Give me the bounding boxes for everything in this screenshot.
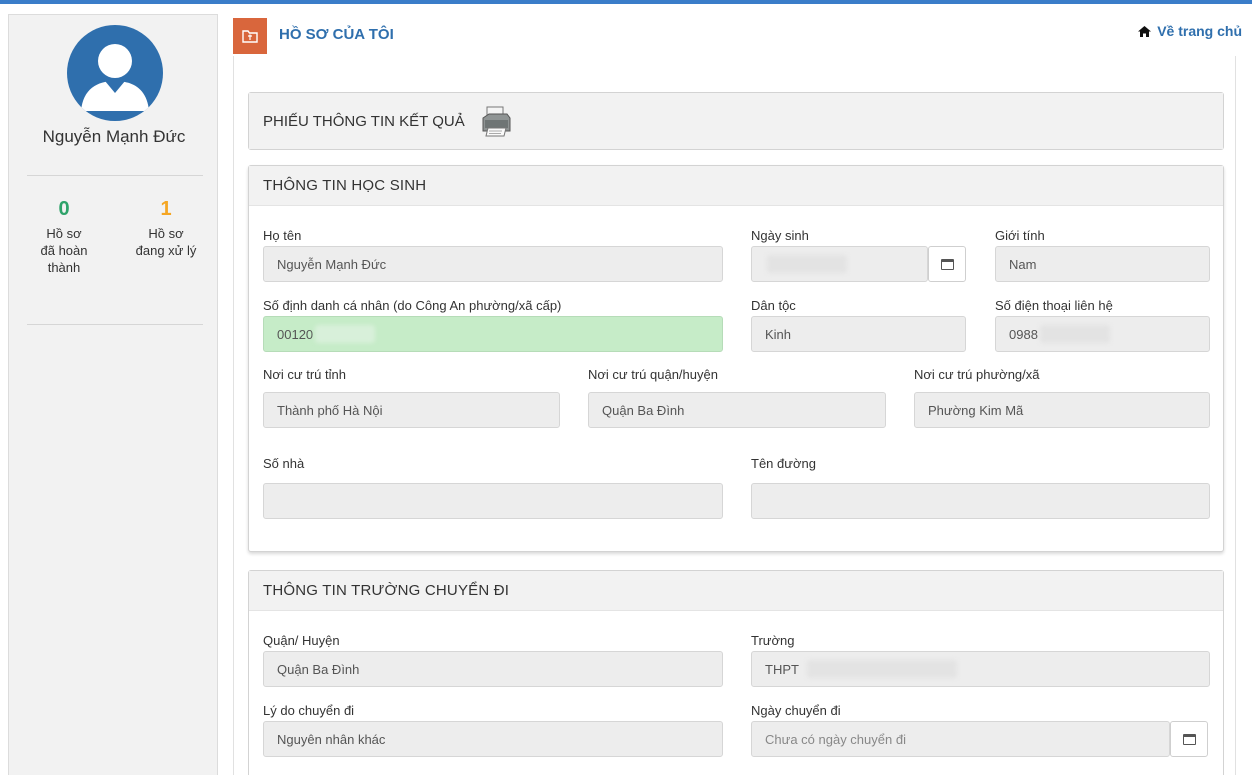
stat-processing-label: Hồ sơ đang xử lý	[135, 226, 197, 258]
calendar-icon[interactable]	[928, 246, 966, 282]
home-link[interactable]: Về trang chủ	[1137, 23, 1242, 39]
sidebar-divider	[27, 175, 203, 176]
label-ten-duong: Tên đường	[751, 456, 816, 471]
so-nha-field[interactable]	[263, 483, 723, 519]
transfer-info-panel: THÔNG TIN TRƯỜNG CHUYỂN ĐI Quận/ Huyện Q…	[248, 570, 1224, 775]
folder-icon	[233, 18, 267, 54]
sidebar-divider	[27, 324, 203, 325]
label-so-nha: Số nhà	[263, 456, 305, 471]
label-ly-do: Lý do chuyển đi	[263, 703, 355, 718]
page-header: HỒ SƠ CỦA TÔI Về trang chủ	[233, 15, 1252, 54]
page-title: HỒ SƠ CỦA TÔI	[279, 26, 394, 43]
sidebar: Nguyễn Mạnh Đức 0 Hồ sơ đã hoàn thành 1 …	[8, 14, 218, 775]
label-quan-huyen: Nơi cư trú quận/huyện	[588, 367, 718, 382]
label-gioi-tinh: Giới tính	[995, 228, 1045, 243]
transfer-panel-title: THÔNG TIN TRƯỜNG CHUYỂN ĐI	[249, 571, 1223, 611]
quan-huyen-chuyen-field[interactable]: Quận Ba Đình	[263, 651, 723, 687]
printer-icon[interactable]	[479, 104, 513, 138]
label-quan-huyen-chuyen: Quận/ Huyện	[263, 633, 340, 648]
ten-duong-field[interactable]	[751, 483, 1210, 519]
user-avatar-icon	[67, 25, 163, 121]
label-ho-ten: Họ tên	[263, 228, 302, 243]
label-truong: Trường	[751, 633, 795, 648]
stat-completed-count: 0	[58, 198, 70, 220]
home-link-label: Về trang chủ	[1157, 23, 1242, 39]
label-phuong-xa: Nơi cư trú phường/xã	[914, 367, 1040, 382]
ho-ten-field[interactable]: Nguyễn Mạnh Đức	[263, 246, 723, 282]
stat-processing-count: 1	[160, 198, 172, 220]
result-panel-title: PHIẾU THÔNG TIN KẾT QUẢ	[263, 112, 465, 130]
result-panel: PHIẾU THÔNG TIN KẾT QUẢ	[248, 92, 1224, 150]
phuong-xa-select[interactable]: Phường Kim Mã	[914, 392, 1210, 428]
label-ngay-sinh: Ngày sinh	[751, 228, 809, 243]
home-icon	[1138, 25, 1152, 37]
truong-field[interactable]: THPT	[751, 651, 1210, 687]
label-ngay-chuyen: Ngày chuyển đi	[751, 703, 841, 718]
user-name: Nguyễn Mạnh Đức	[42, 127, 186, 146]
calendar-icon[interactable]	[1170, 721, 1208, 757]
label-so-dien-thoai: Số điện thoại liên hệ	[995, 298, 1113, 313]
dan-toc-field[interactable]: Kinh	[751, 316, 966, 352]
quan-huyen-select[interactable]: Quận Ba Đình	[588, 392, 886, 428]
gioi-tinh-field[interactable]: Nam	[995, 246, 1210, 282]
label-so-dinh-danh: Số định danh cá nhân (do Công An phường/…	[263, 298, 562, 313]
main-content: PHIẾU THÔNG TIN KẾT QUẢ THÔNG TIN HỌC SI…	[233, 56, 1236, 775]
so-dinh-danh-field[interactable]: 00120	[263, 316, 723, 352]
stat-processing[interactable]: 1 Hồ sơ đang xử lý	[121, 197, 211, 259]
student-info-panel: THÔNG TIN HỌC SINH Họ tên Nguyễn Mạnh Đứ…	[248, 165, 1224, 552]
top-accent-line	[0, 0, 1252, 4]
label-dan-toc: Dân tộc	[751, 298, 796, 313]
tinh-select[interactable]: Thành phố Hà Nội	[263, 392, 560, 428]
ly-do-select[interactable]: Nguyên nhân khác	[263, 721, 723, 757]
stat-completed[interactable]: 0 Hồ sơ đã hoàn thành	[19, 197, 109, 276]
ngay-sinh-field[interactable]	[751, 246, 928, 282]
ngay-chuyen-field[interactable]: Chưa có ngày chuyển đi	[751, 721, 1170, 757]
label-tinh: Nơi cư trú tỉnh	[263, 367, 346, 382]
so-dien-thoai-field[interactable]: 0988	[995, 316, 1210, 352]
student-panel-title: THÔNG TIN HỌC SINH	[249, 166, 1223, 206]
stat-completed-label: Hồ sơ đã hoàn thành	[40, 226, 88, 275]
